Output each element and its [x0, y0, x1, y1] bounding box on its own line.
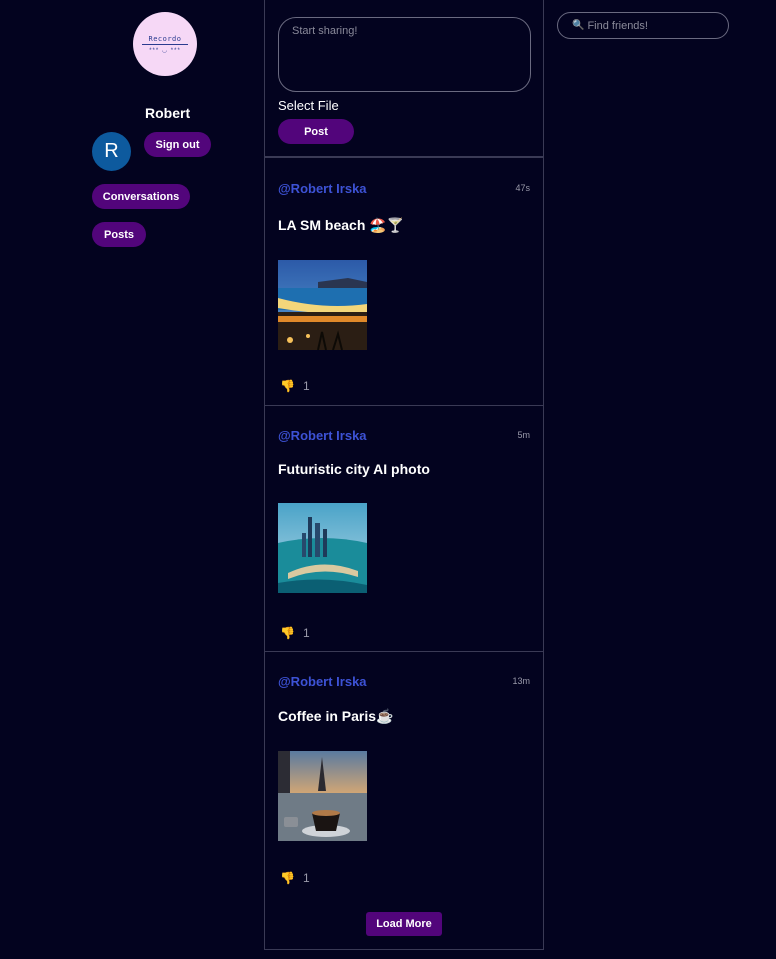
select-file-button[interactable]: Select File — [278, 98, 339, 113]
futuristic-city-photo[interactable] — [278, 503, 367, 593]
thumbs-down-icon[interactable]: 👎 — [280, 626, 295, 640]
post-title: Futuristic city AI photo — [278, 461, 430, 477]
thumbs-down-icon[interactable]: 👎 — [280, 871, 295, 885]
post-author-link[interactable]: @Robert Irska — [278, 674, 367, 689]
logo-mark: *** ◡ *** — [149, 47, 181, 54]
find-friends-search[interactable]: 🔍 — [557, 12, 729, 39]
search-icon: 🔍 — [572, 20, 585, 31]
paris-coffee-photo[interactable] — [278, 751, 367, 841]
post-author-link[interactable]: @Robert Irska — [278, 428, 367, 443]
like-row: 👎 1 — [280, 626, 310, 640]
logo-text: Recordo — [142, 35, 188, 45]
post-composer: Select File Post — [265, 0, 543, 158]
posts-button[interactable]: Posts — [92, 222, 146, 247]
like-count: 1 — [302, 626, 310, 640]
post-title: LA SM beach 🏖️🍸 — [278, 217, 405, 233]
post-button[interactable]: Post — [278, 119, 354, 144]
post-card: @Robert Irska 13m Coffee in Paris☕ 👎 1 — [265, 653, 543, 949]
avatar[interactable]: R — [92, 132, 131, 171]
load-more-button[interactable]: Load More — [366, 912, 442, 936]
thumbs-down-icon[interactable]: 👎 — [280, 379, 295, 393]
post-timestamp: 5m — [517, 430, 530, 440]
post-timestamp: 13m — [512, 676, 530, 686]
like-row: 👎 1 — [280, 871, 310, 885]
share-input[interactable] — [278, 17, 531, 92]
post-card: @Robert Irska 47s LA SM beach 🏖️🍸 👎 1 — [265, 160, 543, 406]
post-timestamp: 47s — [515, 183, 530, 193]
like-count: 1 — [302, 379, 310, 393]
search-input[interactable] — [587, 19, 728, 32]
post-author-link[interactable]: @Robert Irska — [278, 181, 367, 196]
app-logo: Recordo *** ◡ *** — [133, 12, 197, 76]
sign-out-button[interactable]: Sign out — [144, 132, 211, 157]
username: Robert — [145, 105, 191, 121]
conversations-button[interactable]: Conversations — [92, 184, 190, 209]
feed: Select File Post @Robert Irska 47s LA SM… — [264, 0, 544, 950]
post-card: @Robert Irska 5m Futuristic city AI phot… — [265, 407, 543, 652]
like-row: 👎 1 — [280, 379, 310, 393]
like-count: 1 — [302, 871, 310, 885]
post-title: Coffee in Paris☕ — [278, 708, 394, 724]
beach-night-photo[interactable] — [278, 260, 367, 350]
